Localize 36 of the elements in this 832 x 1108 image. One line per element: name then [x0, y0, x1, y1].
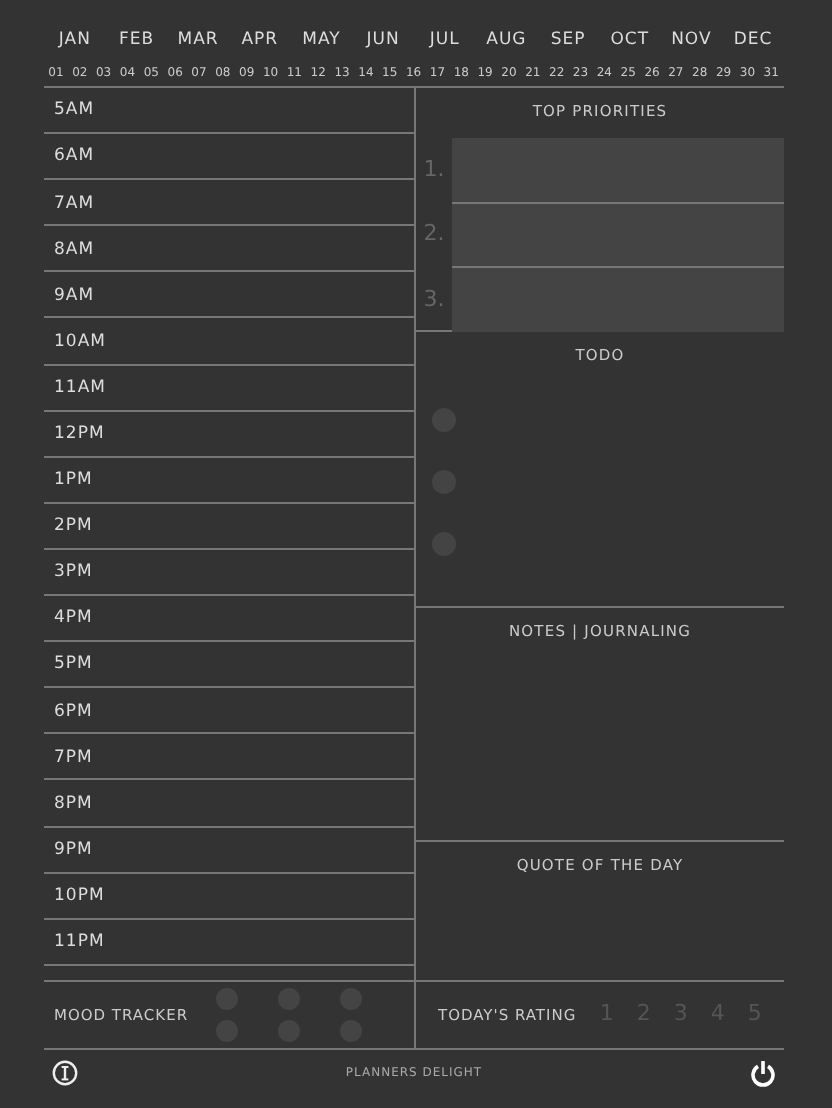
- hour-label: 6PM: [54, 699, 93, 725]
- hour-label: 4PM: [54, 606, 93, 633]
- month-tab[interactable]: AUG: [475, 28, 538, 54]
- month-tab[interactable]: DEC: [722, 28, 784, 54]
- hour-label: 11PM: [54, 930, 105, 956]
- hour-label: 2PM: [54, 514, 93, 540]
- month-tab[interactable]: FEB: [105, 28, 168, 54]
- hour-label: 7AM: [54, 191, 95, 217]
- hour-label: 1PM: [54, 468, 93, 494]
- info-icon[interactable]: [52, 1060, 78, 1086]
- priority-field[interactable]: [452, 267, 784, 333]
- priority-field[interactable]: [452, 203, 784, 268]
- month-tab[interactable]: JUN: [352, 28, 414, 54]
- month-tab[interactable]: JAN: [44, 28, 106, 54]
- hour-label: 12PM: [54, 422, 105, 448]
- hour-label: 6AM: [54, 144, 95, 171]
- month-tab[interactable]: JUL: [413, 28, 476, 54]
- hour-label: 9PM: [54, 837, 93, 864]
- hour-label: 10PM: [54, 883, 105, 910]
- hour-label: 9AM: [54, 283, 95, 309]
- month-tab[interactable]: NOV: [660, 28, 723, 54]
- hour-label: 5PM: [54, 652, 93, 679]
- month-tab[interactable]: APR: [228, 28, 291, 54]
- month-tab[interactable]: MAY: [290, 28, 353, 54]
- hour-label: 5AM: [54, 98, 95, 125]
- power-icon[interactable]: [750, 1059, 776, 1087]
- priority-field[interactable]: [452, 138, 784, 204]
- month-tab[interactable]: OCT: [598, 28, 661, 54]
- hour-label: 8PM: [54, 791, 93, 817]
- hour-label: 3PM: [54, 560, 93, 587]
- month-tab[interactable]: MAR: [167, 28, 229, 54]
- hour-label: 10AM: [54, 329, 106, 356]
- month-tab[interactable]: SEP: [537, 28, 599, 54]
- hour-label: 11AM: [54, 375, 106, 402]
- hour-label: 8AM: [54, 237, 95, 263]
- hour-label: 7PM: [54, 745, 93, 771]
